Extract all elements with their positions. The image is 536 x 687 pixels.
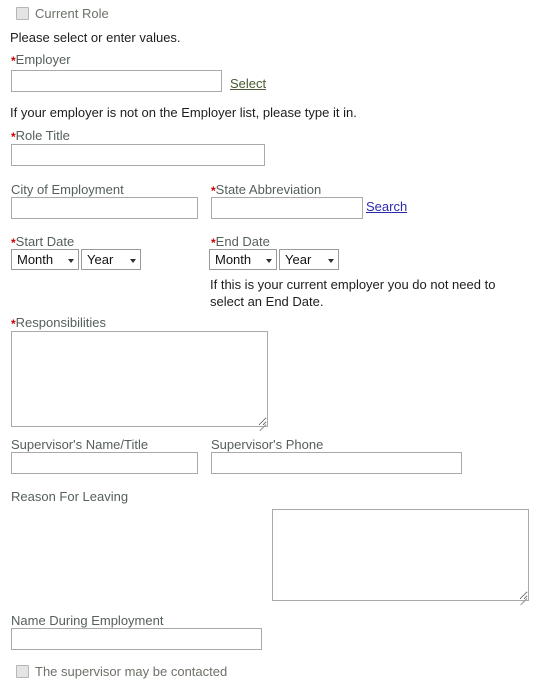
required-marker-icon: *: [11, 54, 16, 68]
required-marker-icon: *: [211, 236, 216, 250]
employer-select-link[interactable]: Select: [230, 76, 266, 91]
current-role-label: Current Role: [35, 6, 109, 21]
end-date-year-value: Year: [285, 252, 312, 267]
responsibilities-label: Responsibilities: [15, 315, 106, 330]
name-during-employment-input[interactable]: [11, 628, 262, 650]
supervisor-contact-checkbox-row[interactable]: The supervisor may be contacted: [16, 664, 227, 679]
city-of-employment-label: City of Employment: [11, 182, 124, 197]
chevron-down-icon: [130, 258, 136, 263]
instruction-text: Please select or enter values.: [10, 30, 181, 45]
state-abbreviation-label-row: *State Abbreviation: [211, 182, 321, 198]
end-date-help-text: If this is your current employer you do …: [210, 277, 496, 309]
start-date-month-select[interactable]: Month: [11, 249, 79, 270]
chevron-down-icon: [68, 258, 74, 263]
end-date-month-value: Month: [215, 252, 252, 267]
required-marker-icon: *: [11, 317, 16, 331]
employer-label-row: *Employer: [11, 52, 71, 68]
end-date-label-row: *End Date: [211, 234, 270, 250]
reason-for-leaving-label: Reason For Leaving: [11, 489, 129, 504]
start-date-selects: Month Year: [11, 249, 141, 270]
start-date-label: Start Date: [15, 234, 75, 249]
role-title-label-row: *Role Title: [11, 128, 70, 144]
supervisor-phone-input[interactable]: [211, 452, 462, 474]
responsibilities-textarea[interactable]: [11, 331, 268, 427]
supervisor-contact-label: The supervisor may be contacted: [35, 664, 228, 679]
supervisor-phone-label: Supervisor's Phone: [211, 437, 324, 452]
responsibilities-wrap: [11, 331, 268, 432]
role-title-input[interactable]: [11, 144, 265, 166]
employer-input[interactable]: [11, 70, 222, 92]
end-date-selects: Month Year: [209, 249, 339, 270]
name-during-employment-label: Name During Employment: [11, 613, 164, 628]
required-marker-icon: *: [11, 236, 16, 250]
supervisor-name-title-input[interactable]: [11, 452, 198, 474]
state-abbreviation-label: State Abbreviation: [215, 182, 322, 197]
reason-for-leaving-textarea[interactable]: [271, 509, 529, 601]
responsibilities-label-row: *Responsibilities: [11, 315, 106, 331]
employer-label: Employer: [15, 52, 71, 67]
start-date-month-value: Month: [17, 252, 54, 267]
required-marker-icon: *: [11, 130, 16, 144]
chevron-down-icon: [266, 258, 272, 263]
state-abbreviation-input[interactable]: [211, 197, 363, 219]
employment-history-form: Current Role Please select or enter valu…: [0, 0, 536, 687]
supervisor-name-title-label: Supervisor's Name/Title: [11, 437, 149, 452]
current-role-checkbox[interactable]: [16, 7, 29, 20]
end-date-year-select[interactable]: Year: [279, 249, 339, 270]
end-date-label: End Date: [215, 234, 270, 249]
start-date-year-value: Year: [87, 252, 114, 267]
chevron-down-icon: [328, 258, 334, 263]
state-search-link[interactable]: Search: [366, 199, 407, 214]
required-marker-icon: *: [211, 184, 216, 198]
start-date-label-row: *Start Date: [11, 234, 74, 250]
employer-help-text: If your employer is not on the Employer …: [10, 105, 357, 120]
reason-for-leaving-wrap: [271, 509, 529, 606]
end-date-month-select[interactable]: Month: [209, 249, 277, 270]
current-role-checkbox-row[interactable]: Current Role: [16, 6, 109, 21]
role-title-label: Role Title: [15, 128, 70, 143]
start-date-year-select[interactable]: Year: [81, 249, 141, 270]
city-of-employment-input[interactable]: [11, 197, 198, 219]
supervisor-contact-checkbox[interactable]: [16, 665, 29, 678]
